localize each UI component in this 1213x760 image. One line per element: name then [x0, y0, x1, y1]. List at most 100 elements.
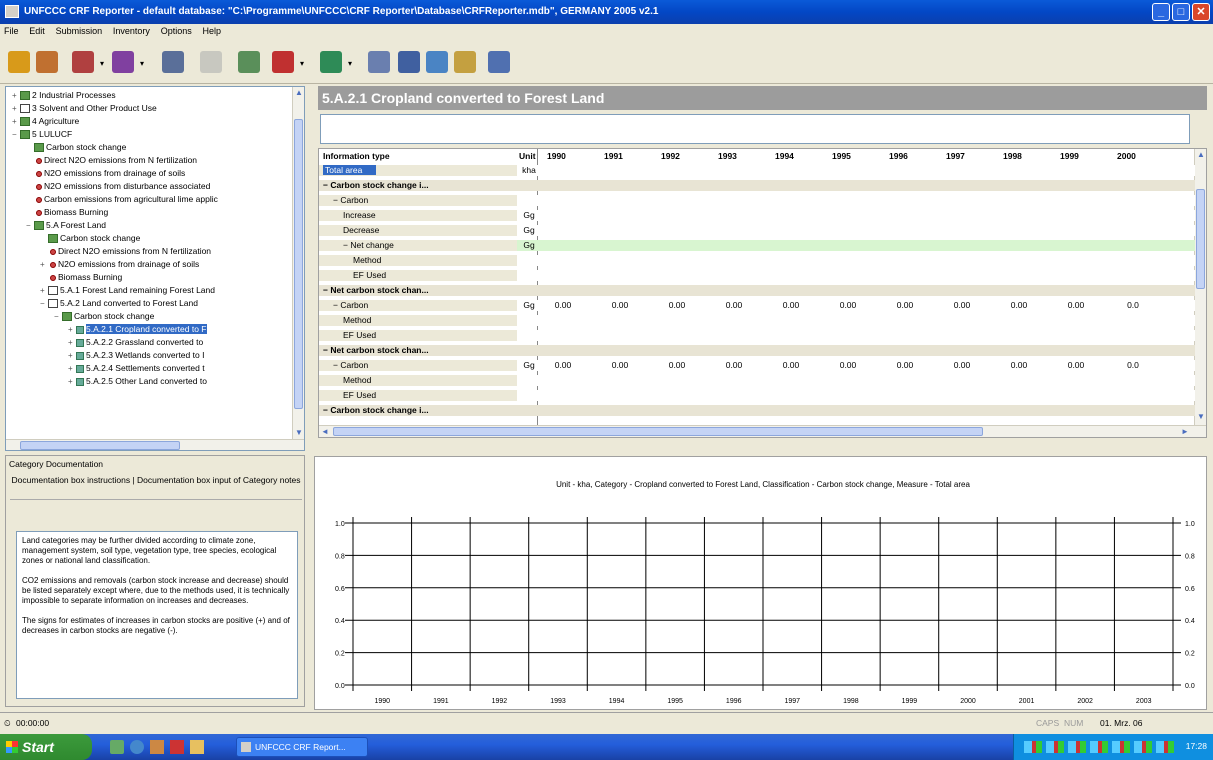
value-cell[interactable]: 0.00: [706, 300, 762, 311]
table-row[interactable]: Method: [319, 315, 1195, 326]
tree-item[interactable]: Direct N2O emissions from N fertilizatio…: [26, 154, 197, 166]
table-row[interactable]: − Net carbon stock chan...: [319, 285, 1195, 296]
value-cell[interactable]: 0.00: [991, 360, 1047, 371]
tree-item[interactable]: Biomass Burning: [40, 271, 122, 283]
tree-item[interactable]: +5.A.2.1 Cropland converted to F: [68, 323, 207, 335]
menu-submission[interactable]: Submission: [52, 24, 107, 38]
help-book-button[interactable]: [486, 49, 512, 75]
expand-icon[interactable]: +: [68, 337, 76, 349]
table-row[interactable]: − Net change Gg: [319, 240, 1195, 251]
collapse-icon[interactable]: −: [26, 220, 34, 232]
value-cell[interactable]: 0.0: [1105, 300, 1161, 311]
table-row[interactable]: Increase Gg: [319, 210, 1195, 221]
ie-icon[interactable]: [130, 740, 144, 754]
check-document-button[interactable]: [236, 49, 262, 75]
minimize-button[interactable]: _: [1152, 3, 1170, 21]
user-add-button[interactable]: [34, 49, 60, 75]
menu-help[interactable]: Help: [199, 24, 226, 38]
dropdown-arrow-icon[interactable]: ▾: [348, 59, 352, 68]
menu-edit[interactable]: Edit: [25, 24, 49, 38]
document-disabled-button[interactable]: [198, 49, 224, 75]
scroll-left-icon[interactable]: ◄: [319, 426, 331, 437]
expand-icon[interactable]: +: [68, 363, 76, 375]
tab-doc-input[interactable]: Documentation box input of Category note…: [137, 475, 301, 485]
scroll-up-icon[interactable]: ▲: [1195, 149, 1206, 161]
table-row[interactable]: EF Used: [319, 390, 1195, 401]
menu-options[interactable]: Options: [157, 24, 196, 38]
grid-hscroll-thumb[interactable]: [333, 427, 983, 436]
value-cell[interactable]: 0.00: [706, 360, 762, 371]
tree-item[interactable]: N2O emissions from disturbance associate…: [26, 180, 210, 192]
tree-item[interactable]: − Carbon stock change: [54, 310, 154, 322]
close-button[interactable]: ✕: [1192, 3, 1210, 21]
collapse-icon[interactable]: −: [54, 311, 62, 323]
dropdown-arrow-icon[interactable]: ▾: [100, 59, 104, 68]
tree-vertical-scrollbar[interactable]: ▲ ▼: [292, 87, 304, 439]
expand-icon[interactable]: +: [40, 259, 48, 271]
value-cell[interactable]: 0.00: [820, 360, 876, 371]
start-button[interactable]: Start: [0, 734, 92, 760]
user-import-button[interactable]: ▾: [110, 49, 144, 75]
tree-item[interactable]: Direct N2O emissions from N fertilizatio…: [40, 245, 211, 257]
user-export-button[interactable]: ▾: [70, 49, 104, 75]
grid-scroll-thumb[interactable]: [1196, 189, 1205, 289]
scroll-down-icon[interactable]: ▼: [293, 427, 304, 439]
tray-icons[interactable]: [1024, 741, 1174, 753]
dropdown-arrow-icon[interactable]: ▾: [140, 59, 144, 68]
value-cell[interactable]: 0.00: [1048, 360, 1104, 371]
app-quicklaunch-icon[interactable]: [170, 740, 184, 754]
value-cell[interactable]: 0.00: [877, 360, 933, 371]
scroll-right-icon[interactable]: ►: [1179, 426, 1191, 437]
value-cell[interactable]: 0.0: [1105, 360, 1161, 371]
tree-item[interactable]: +5.A.2.5 Other Land converted to: [68, 375, 207, 387]
tree-item[interactable]: +2 Industrial Processes: [12, 89, 116, 101]
value-cell[interactable]: 0.00: [763, 300, 819, 311]
tree-item[interactable]: +5.A.2.4 Settlements converted t: [68, 362, 205, 374]
expand-icon[interactable]: +: [12, 90, 20, 102]
expand-icon[interactable]: +: [12, 116, 20, 128]
copy-button[interactable]: [424, 49, 450, 75]
menu-file[interactable]: File: [0, 24, 23, 38]
scroll-down-icon[interactable]: ▼: [1195, 411, 1206, 423]
users-button[interactable]: [6, 49, 32, 75]
collapse-icon[interactable]: −: [12, 129, 20, 141]
table-row[interactable]: − Carbon stock change i...: [319, 180, 1195, 191]
form-button[interactable]: [396, 49, 422, 75]
value-cell[interactable]: 0.00: [877, 300, 933, 311]
value-cell[interactable]: 0.00: [592, 360, 648, 371]
value-cell[interactable]: 0.00: [649, 360, 705, 371]
table-row[interactable]: EF Used: [319, 270, 1195, 281]
tree-item[interactable]: Carbon stock change: [40, 232, 140, 244]
taskbar-item-crf-reporter[interactable]: UNFCCC CRF Report...: [236, 737, 368, 757]
table-row[interactable]: Decrease Gg: [319, 225, 1195, 236]
tree-item[interactable]: +5.A.2.2 Grassland converted to: [68, 336, 203, 348]
calculator-button[interactable]: [366, 49, 392, 75]
folder-quicklaunch-icon[interactable]: [190, 740, 204, 754]
expand-icon[interactable]: +: [68, 376, 76, 388]
tree-item[interactable]: +5.A.2.3 Wetlands converted to I: [68, 349, 204, 361]
table-row[interactable]: − Carbon Gg 0.00 0.00 0.00 0.00 0.00 0.00 0.00 0.…: [319, 360, 1195, 371]
value-cell[interactable]: 0.00: [934, 360, 990, 371]
value-cell[interactable]: 0.00: [649, 300, 705, 311]
tree-item[interactable]: Carbon emissions from agricultural lime …: [26, 193, 218, 205]
scroll-up-icon[interactable]: ▲: [293, 87, 304, 99]
value-cell[interactable]: 0.00: [763, 360, 819, 371]
tab-doc-instructions[interactable]: Documentation box instructions: [11, 475, 130, 485]
collapse-icon[interactable]: −: [40, 298, 48, 310]
tree-item[interactable]: +4 Agriculture: [12, 115, 79, 127]
tree-scroll-thumb[interactable]: [294, 119, 303, 409]
table-row[interactable]: Total area kha: [319, 165, 1195, 176]
app-icon[interactable]: [5, 5, 19, 18]
expand-icon[interactable]: +: [68, 350, 76, 362]
table-row[interactable]: − Carbon stock change i...: [319, 405, 1195, 416]
tree-item[interactable]: Biomass Burning: [26, 206, 108, 218]
document-button[interactable]: [160, 49, 186, 75]
value-cell[interactable]: 0.00: [1048, 300, 1104, 311]
tree-item[interactable]: + N2O emissions from drainage of soils: [40, 258, 199, 270]
table-row[interactable]: EF Used: [319, 330, 1195, 341]
value-cell[interactable]: 0.00: [535, 300, 591, 311]
grid-horizontal-scrollbar[interactable]: ◄ ►: [319, 425, 1206, 437]
paste-button[interactable]: [452, 49, 478, 75]
tree-item[interactable]: N2O emissions from drainage of soils: [26, 167, 185, 179]
value-cell[interactable]: 0.00: [934, 300, 990, 311]
